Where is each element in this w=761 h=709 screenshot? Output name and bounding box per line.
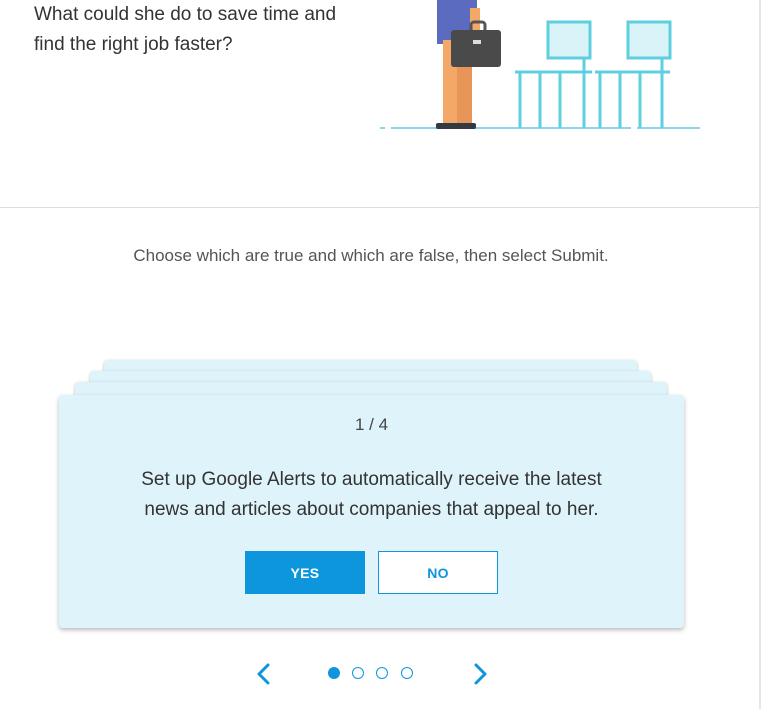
- question-line-1: What could she do to save time and: [34, 4, 337, 25]
- briefcase-clasp: [473, 40, 481, 44]
- statement-line-2: news and articles about companies that a…: [144, 499, 599, 520]
- pagination-dot-2[interactable]: [352, 667, 364, 679]
- briefcase-icon: [451, 30, 501, 67]
- card-counter: 1 / 4: [354, 415, 389, 434]
- waiting-room-illustration: [380, 0, 700, 129]
- question-line-2: find the right job faster?: [34, 34, 233, 55]
- chair-icon: [595, 20, 672, 128]
- no-button[interactable]: NO: [378, 551, 498, 594]
- question-text: What could she do to save time and find …: [34, 0, 374, 60]
- section-divider: [0, 207, 759, 208]
- chevron-right-icon[interactable]: [468, 660, 492, 688]
- flashcard: 1 / 4 Set up Google Alerts to automatica…: [59, 395, 684, 628]
- chevron-left-icon[interactable]: [252, 660, 276, 688]
- statement-line-1: Set up Google Alerts to automatically re…: [141, 469, 602, 490]
- person-shoe: [436, 123, 476, 129]
- pagination-dot-1[interactable]: [328, 667, 340, 679]
- yes-button[interactable]: YES: [245, 551, 365, 594]
- pagination-dot-3[interactable]: [376, 667, 388, 679]
- instruction-text: Choose which are true and which are fals…: [133, 246, 609, 265]
- pagination-dot-4[interactable]: [401, 667, 413, 679]
- chair-icon: [515, 20, 592, 128]
- card-statement: Set up Google Alerts to automatically re…: [99, 465, 644, 525]
